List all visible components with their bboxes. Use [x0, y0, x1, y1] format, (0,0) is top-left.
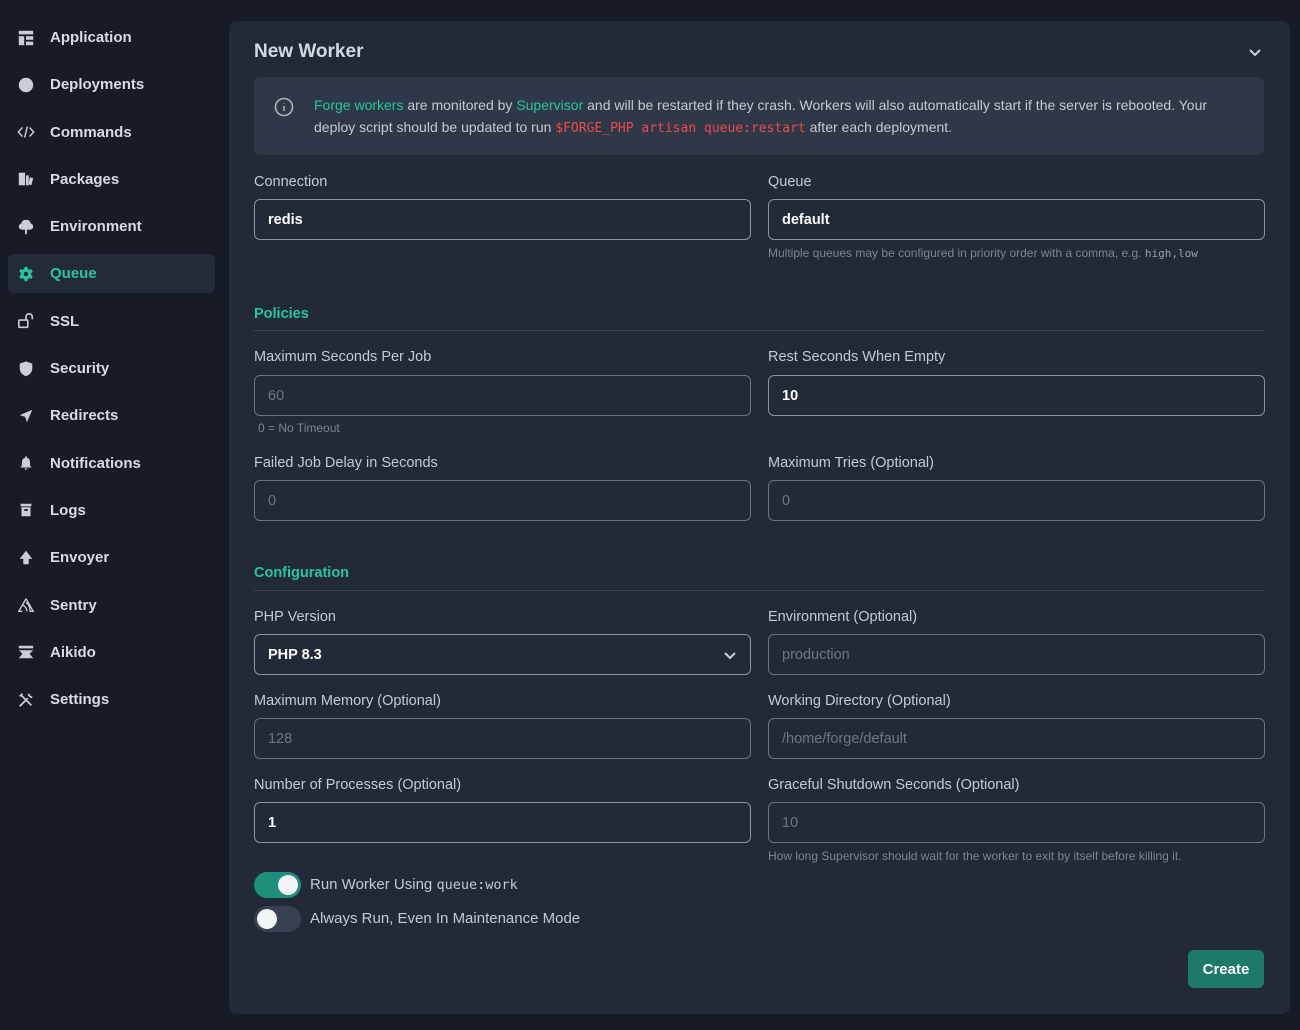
- policies-heading: Policies: [254, 306, 309, 322]
- info-icon: [274, 97, 294, 117]
- environment-input[interactable]: production: [768, 634, 1265, 675]
- sidebar-item-sentry[interactable]: Sentry: [8, 586, 215, 625]
- queue-input[interactable]: default: [768, 199, 1265, 240]
- sidebar-item-label: Notifications: [50, 454, 141, 472]
- sidebar-item-label: Security: [50, 360, 110, 378]
- divider: [254, 330, 1264, 331]
- sidebar-item-label: Commands: [50, 123, 132, 141]
- sidebar-item-commands[interactable]: Commands: [8, 113, 215, 152]
- sidebar-item-label: Packages: [50, 170, 120, 188]
- sentry-icon: [16, 595, 36, 615]
- queue-work-code: queue:work: [436, 877, 518, 893]
- connection-input[interactable]: redis: [254, 199, 751, 240]
- max-tries-input[interactable]: 0: [768, 480, 1265, 521]
- supervisor-link[interactable]: Supervisor: [516, 97, 583, 113]
- connection-label: Connection: [254, 174, 328, 190]
- sidebar-item-application[interactable]: Application: [8, 18, 215, 57]
- php-version-value: PHP 8.3: [268, 646, 322, 663]
- packages-icon: [16, 169, 36, 189]
- sidebar: Application Deployments Commands Package…: [8, 18, 215, 727]
- rest-seconds-input[interactable]: 10: [768, 375, 1265, 416]
- new-worker-panel: New Worker Forge workers are monitored b…: [229, 21, 1290, 1014]
- sidebar-item-label: Queue: [50, 265, 97, 283]
- failed-delay-label: Failed Job Delay in Seconds: [254, 455, 438, 471]
- sidebar-item-security[interactable]: Security: [8, 349, 215, 388]
- sidebar-item-queue[interactable]: Queue: [8, 254, 215, 294]
- sidebar-item-label: Environment: [50, 218, 142, 236]
- environment-label: Environment (Optional): [768, 609, 918, 625]
- panel-title: New Worker: [254, 41, 364, 62]
- sidebar-item-label: Redirects: [50, 407, 119, 425]
- panel-header: New Worker: [254, 41, 1265, 65]
- sidebar-item-envoyer[interactable]: Envoyer: [8, 538, 215, 577]
- sidebar-item-label: Deployments: [50, 76, 145, 94]
- sidebar-item-label: Settings: [50, 691, 110, 709]
- sidebar-item-label: SSL: [50, 312, 80, 330]
- queue-work-toggle[interactable]: [254, 872, 301, 898]
- rest-seconds-label: Rest Seconds When Empty: [768, 349, 946, 365]
- bell-icon: [16, 453, 36, 473]
- sidebar-item-settings[interactable]: Settings: [8, 680, 215, 719]
- clock-icon: [16, 75, 36, 95]
- sidebar-item-notifications[interactable]: Notifications: [8, 444, 215, 483]
- queue-label: Queue: [768, 174, 812, 190]
- queue-work-label: Run Worker Using queue:work: [310, 876, 518, 893]
- send-icon: [16, 406, 36, 426]
- max-memory-input[interactable]: 128: [254, 718, 751, 759]
- toggle-knob: [278, 875, 298, 895]
- sidebar-item-label: Application: [50, 29, 132, 46]
- sidebar-item-deployments[interactable]: Deployments: [8, 65, 215, 104]
- graceful-hint: How long Supervisor should wait for the …: [768, 849, 1182, 863]
- processes-input[interactable]: 1: [254, 802, 751, 843]
- maintenance-label: Always Run, Even In Maintenance Mode: [310, 910, 581, 927]
- tree-icon: [16, 217, 36, 237]
- info-callout: Forge workers are monitored by Superviso…: [254, 77, 1264, 155]
- working-dir-label: Working Directory (Optional): [768, 693, 951, 709]
- sidebar-item-redirects[interactable]: Redirects: [8, 396, 215, 435]
- sidebar-item-label: Aikido: [50, 643, 96, 661]
- queue-hint-code: high,low: [1144, 247, 1198, 260]
- sidebar-item-packages[interactable]: Packages: [8, 160, 215, 199]
- graceful-label: Graceful Shutdown Seconds (Optional): [768, 777, 1020, 793]
- sidebar-item-ssl[interactable]: SSL: [8, 302, 215, 341]
- shield-icon: [16, 359, 36, 379]
- toggle-knob: [257, 909, 277, 929]
- layout-icon: [16, 28, 36, 48]
- create-button[interactable]: Create: [1188, 950, 1264, 988]
- archive-icon: [16, 500, 36, 520]
- max-seconds-hint: 0 = No Timeout: [258, 421, 340, 435]
- working-dir-input[interactable]: /home/forge/default: [768, 718, 1265, 759]
- php-version-select[interactable]: PHP 8.3: [254, 634, 751, 675]
- chevron-down-icon: [723, 648, 737, 662]
- forge-workers-link[interactable]: Forge workers: [314, 97, 403, 113]
- processes-label: Number of Processes (Optional): [254, 777, 462, 793]
- divider: [254, 590, 1264, 591]
- failed-delay-input[interactable]: 0: [254, 480, 751, 521]
- maintenance-toggle[interactable]: [254, 906, 301, 932]
- info-text: are monitored by: [403, 97, 517, 113]
- unlock-icon: [16, 311, 36, 331]
- php-version-label: PHP Version: [254, 609, 336, 625]
- max-seconds-input[interactable]: 60: [254, 375, 751, 416]
- sidebar-item-aikido[interactable]: Aikido: [8, 633, 215, 672]
- aikido-icon: [16, 642, 36, 662]
- sidebar-item-label: Logs: [50, 501, 86, 519]
- code-icon: [16, 122, 36, 142]
- queue-hint: Multiple queues may be configured in pri…: [768, 246, 1198, 260]
- configuration-heading: Configuration: [254, 565, 350, 581]
- sidebar-item-label: Envoyer: [50, 549, 110, 567]
- sidebar-item-environment[interactable]: Environment: [8, 207, 215, 246]
- sidebar-item-logs[interactable]: Logs: [8, 491, 215, 530]
- max-tries-label: Maximum Tries (Optional): [768, 455, 934, 471]
- info-text: after each deployment.: [805, 119, 953, 135]
- envoyer-icon: [16, 548, 36, 568]
- max-seconds-label: Maximum Seconds Per Job: [254, 349, 432, 365]
- tools-icon: [16, 690, 36, 710]
- sidebar-item-label: Sentry: [50, 596, 97, 614]
- max-memory-label: Maximum Memory (Optional): [254, 693, 441, 709]
- graceful-input[interactable]: 10: [768, 802, 1265, 843]
- restart-command: $FORGE_PHP artisan queue:restart: [555, 121, 806, 136]
- chevron-down-icon[interactable]: [1247, 44, 1263, 60]
- gear-icon: [16, 264, 36, 284]
